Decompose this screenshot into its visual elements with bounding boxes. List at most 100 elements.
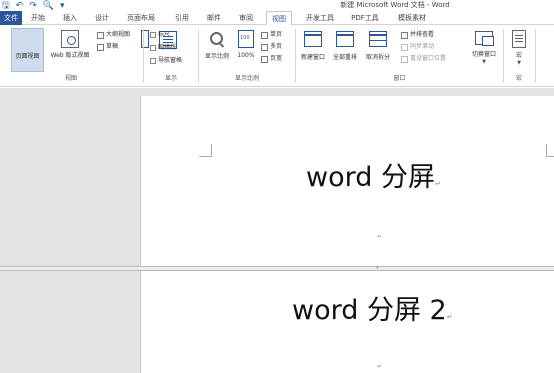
tab-mailings[interactable]: 邮件 (202, 11, 226, 25)
ruler-label: 标尺 (158, 31, 171, 38)
tab-home[interactable]: 开始 (26, 11, 50, 25)
chevron-down-icon: ▼ (482, 59, 486, 65)
gridlines-checkbox[interactable]: 网格线 (150, 43, 176, 53)
draft-button[interactable]: 草稿 (97, 42, 118, 52)
sync-scroll-button[interactable]: 同步滚动 (401, 42, 434, 52)
top-split-pane[interactable]: word 分屏↵ ↵ (0, 88, 554, 266)
arrange-all-label: 全部重排 (332, 54, 357, 61)
tab-pdf-tools[interactable]: PDF工具 (348, 11, 382, 25)
group-divider (535, 29, 536, 83)
multi-page-label: 多页 (270, 43, 283, 50)
macro-icon (512, 30, 526, 48)
print-layout-label: 页面视图 (15, 53, 40, 60)
tab-page-layout[interactable]: 页面布局 (122, 11, 160, 25)
paragraph-mark: ↵ (446, 313, 453, 321)
reset-window-position-button[interactable]: 重设窗口位置 (401, 54, 446, 64)
one-page-label: 单页 (270, 31, 283, 38)
outline-button[interactable]: 大纲视图 (97, 30, 130, 40)
new-window-label: 新建窗口 (300, 54, 325, 61)
web-layout-icon (61, 30, 79, 48)
heading-text: word 分屏 (306, 162, 435, 193)
customize-icon[interactable]: ▾ (60, 1, 65, 11)
outline-icon (97, 31, 104, 39)
save-icon[interactable]: 🖫 (2, 1, 10, 11)
web-layout-label: Web 版式视图 (50, 52, 90, 59)
document-heading[interactable]: word 分屏 2↵ (292, 295, 453, 333)
zoom-label: 显示比例 (204, 53, 229, 60)
undo-icon[interactable]: ↶ (16, 1, 24, 11)
split-window-icon (369, 31, 387, 47)
page-width-label: 页宽 (270, 55, 283, 62)
nav-pane-label: 导航窗格 (158, 57, 183, 64)
macros-label: 宏 (515, 52, 522, 59)
switch-windows-label: 切换窗口 (471, 51, 496, 58)
tab-references[interactable]: 引用 (170, 11, 194, 25)
paragraph-mark: ↵ (377, 233, 383, 240)
new-window-button[interactable]: 新建窗口 (298, 28, 328, 72)
tab-design[interactable]: 设计 (90, 11, 114, 25)
switch-windows-button[interactable]: 切换窗口 ▼ (466, 28, 502, 72)
ruler-check-box[interactable] (150, 32, 156, 38)
document-page[interactable]: word 分屏 2↵ ↵ (140, 271, 554, 373)
nav-pane-checkbox[interactable]: 导航窗格 (150, 56, 182, 66)
margin-corner-mark (546, 144, 554, 157)
ribbon-tabs: 文件 开始 插入 设计 页面布局 引用 邮件 审阅 视图 开发工具 PDF工具 … (0, 11, 554, 26)
quick-access-toolbar: 🖫 ↶ ↷ 🔍 ▾ (2, 0, 65, 11)
reset-window-position-label: 重设窗口位置 (410, 55, 447, 62)
show-group-label: 显示 (164, 75, 177, 82)
one-page-icon (261, 31, 268, 39)
title-bar: 🖫 ↶ ↷ 🔍 ▾ 新建 Microsoft Word 文档 - Word (0, 0, 554, 11)
side-by-side-button[interactable]: 并排查看 (401, 30, 434, 40)
ruler-checkbox[interactable]: 标尺 (150, 30, 170, 40)
paragraph-mark: ↵ (377, 363, 383, 370)
side-by-side-icon (401, 31, 408, 39)
remove-split-label: 取消拆分 (365, 54, 390, 61)
magnifier-icon (209, 31, 225, 47)
margin-corner-mark (199, 144, 212, 157)
macros-button[interactable]: 宏 ▼ (507, 28, 531, 72)
zoom-button[interactable]: 显示比例 (201, 28, 233, 72)
tab-developer[interactable]: 开发工具 (300, 11, 340, 25)
print-layout-button[interactable]: 页面视图 (11, 28, 177, 72)
ribbon: 页面视图 Web 版式视图 大纲视图 草稿 视图 标尺 网格线 导航窗格 显示 … (0, 25, 554, 87)
switch-windows-icon (475, 31, 494, 46)
page-width-button[interactable]: 页宽 (261, 54, 282, 64)
tab-view[interactable]: 视图 (266, 11, 292, 26)
read-mode-button[interactable] (0, 28, 149, 72)
multi-page-icon (261, 43, 268, 51)
sync-scroll-label: 同步滚动 (410, 43, 435, 50)
tab-review[interactable]: 审阅 (234, 11, 258, 25)
document-heading[interactable]: word 分屏↵ (306, 162, 441, 200)
splitter-marker: ▾ (376, 265, 379, 271)
window-group-label: 窗口 (393, 75, 406, 82)
arrange-all-icon (336, 31, 354, 47)
draft-icon (97, 43, 104, 51)
tab-templates[interactable]: 模板素材 (392, 11, 432, 25)
gridlines-check-box[interactable] (150, 45, 156, 51)
web-layout-button[interactable]: Web 版式视图 (45, 28, 95, 72)
multi-page-button[interactable]: 多页 (261, 42, 282, 52)
zoom-100-icon (238, 30, 254, 48)
reset-window-position-icon (401, 55, 408, 63)
gridlines-label: 网格线 (158, 44, 177, 51)
print-preview-icon[interactable]: 🔍 (43, 1, 54, 11)
tab-insert[interactable]: 插入 (58, 11, 82, 25)
zoom-100-button[interactable]: 100% (235, 28, 257, 72)
side-by-side-label: 并排查看 (410, 31, 435, 38)
bottom-split-pane[interactable]: word 分屏 2↵ ↵ (0, 271, 554, 373)
views-group-label: 视图 (64, 75, 77, 82)
arrange-all-button[interactable]: 全部重排 (330, 28, 360, 72)
heading-text: word 分屏 2 (292, 295, 447, 326)
redo-icon[interactable]: ↷ (29, 1, 37, 11)
remove-split-button[interactable]: 取消拆分 (362, 28, 394, 72)
tab-file[interactable]: 文件 (0, 11, 22, 25)
one-page-button[interactable]: 单页 (261, 30, 282, 40)
nav-pane-check-box[interactable] (150, 58, 156, 64)
zoom-100-label: 100% (237, 52, 255, 59)
document-page[interactable]: word 分屏↵ ↵ (140, 96, 554, 266)
draft-label: 草稿 (106, 43, 119, 50)
window-title: 新建 Microsoft Word 文档 - Word (340, 1, 450, 9)
zoom-group-label: 显示比例 (234, 75, 259, 82)
paragraph-mark: ↵ (434, 180, 441, 188)
sync-scroll-icon (401, 43, 408, 51)
